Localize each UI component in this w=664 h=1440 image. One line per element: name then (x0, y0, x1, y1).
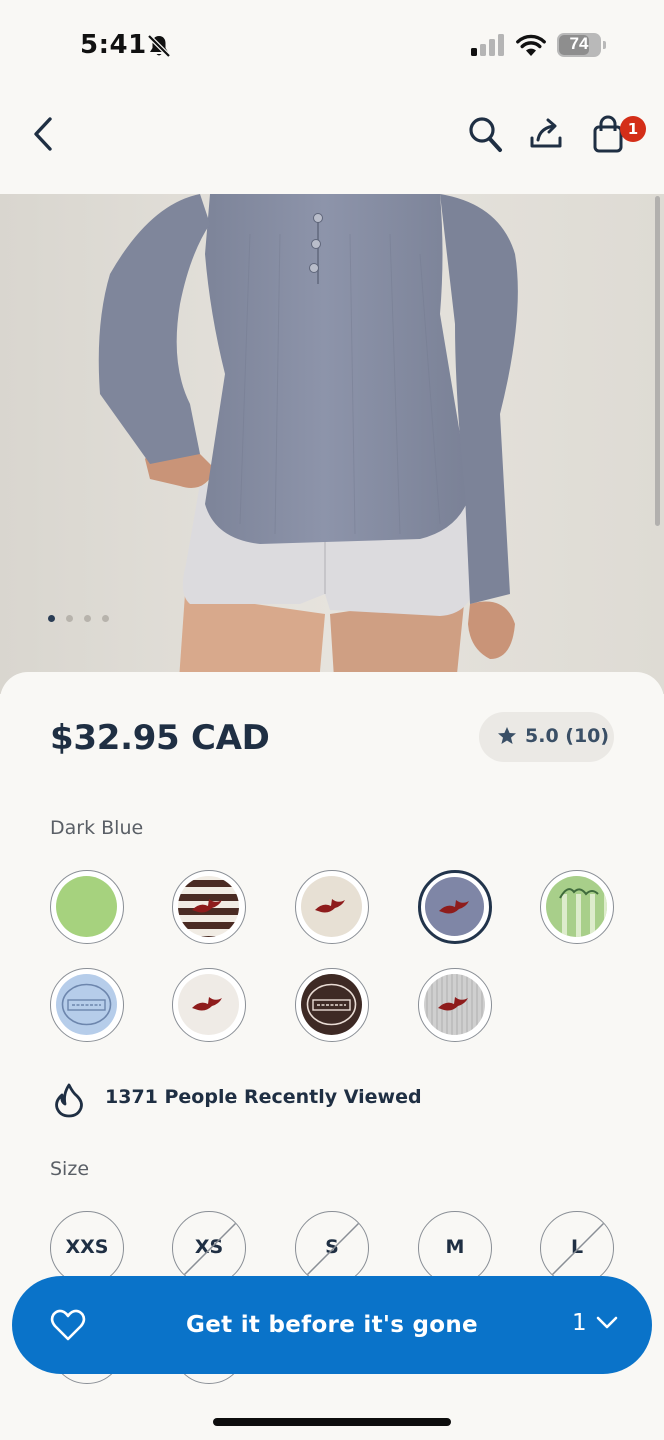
color-swatch[interactable] (540, 870, 614, 944)
size-option-l[interactable]: L (540, 1211, 614, 1285)
color-swatch[interactable] (295, 968, 369, 1042)
battery-level: 74 (569, 34, 589, 53)
size-heading: Size (50, 1158, 90, 1180)
pager-dot[interactable] (48, 615, 55, 622)
color-swatch[interactable] (172, 968, 246, 1042)
size-option-xxs[interactable]: XXS (50, 1211, 124, 1285)
status-time: 5:41 (80, 30, 147, 60)
unavailable-slash (303, 1219, 363, 1279)
home-indicator (213, 1418, 451, 1426)
chevron-down-icon[interactable] (596, 1316, 618, 1330)
add-to-bag-label: Get it before it's gone (186, 1312, 478, 1338)
top-nav: 1 (0, 90, 664, 194)
share-icon[interactable] (528, 116, 564, 152)
rating-text: 5.0 (10) (525, 725, 610, 747)
size-option-label: M (445, 1236, 465, 1258)
product-price: $32.95 CAD (50, 718, 270, 758)
size-option-s[interactable]: S (295, 1211, 369, 1285)
scroll-indicator (655, 196, 660, 526)
color-swatch[interactable] (418, 870, 492, 944)
pager-dot[interactable] (66, 615, 73, 622)
size-option-m[interactable]: M (418, 1211, 492, 1285)
recently-viewed-text: 1371 People Recently Viewed (105, 1086, 422, 1108)
size-option-label: XXS (65, 1236, 109, 1258)
size-option-xs[interactable]: XS (172, 1211, 246, 1285)
color-swatch[interactable] (418, 968, 492, 1042)
color-swatch[interactable] (50, 968, 124, 1042)
color-swatch[interactable] (295, 870, 369, 944)
chevron-left-icon[interactable] (28, 112, 60, 156)
status-bar: 5:41 74 (0, 0, 664, 90)
add-to-bag-button[interactable]: Get it before it's gone 1 (12, 1276, 652, 1374)
rating-badge[interactable]: 5.0 (10) (479, 712, 614, 762)
pager-dot[interactable] (102, 615, 109, 622)
quantity-value[interactable]: 1 (572, 1310, 587, 1336)
cart-count-badge: 1 (620, 116, 646, 142)
color-swatch[interactable] (172, 870, 246, 944)
battery-icon: 74 (557, 33, 606, 57)
signal-icon (471, 34, 504, 56)
pager-dot[interactable] (84, 615, 91, 622)
selected-color-label: Dark Blue (50, 817, 144, 839)
recently-viewed: 1371 People Recently Viewed (50, 1080, 450, 1120)
flame-icon (55, 1083, 83, 1118)
search-icon[interactable] (466, 114, 504, 154)
star-icon (498, 727, 516, 744)
image-pager-dots[interactable] (48, 615, 109, 622)
unavailable-slash (180, 1219, 240, 1279)
bell-slash-icon (147, 34, 171, 58)
color-swatch[interactable] (50, 870, 124, 944)
unavailable-slash (548, 1219, 608, 1279)
wifi-icon (516, 34, 546, 56)
